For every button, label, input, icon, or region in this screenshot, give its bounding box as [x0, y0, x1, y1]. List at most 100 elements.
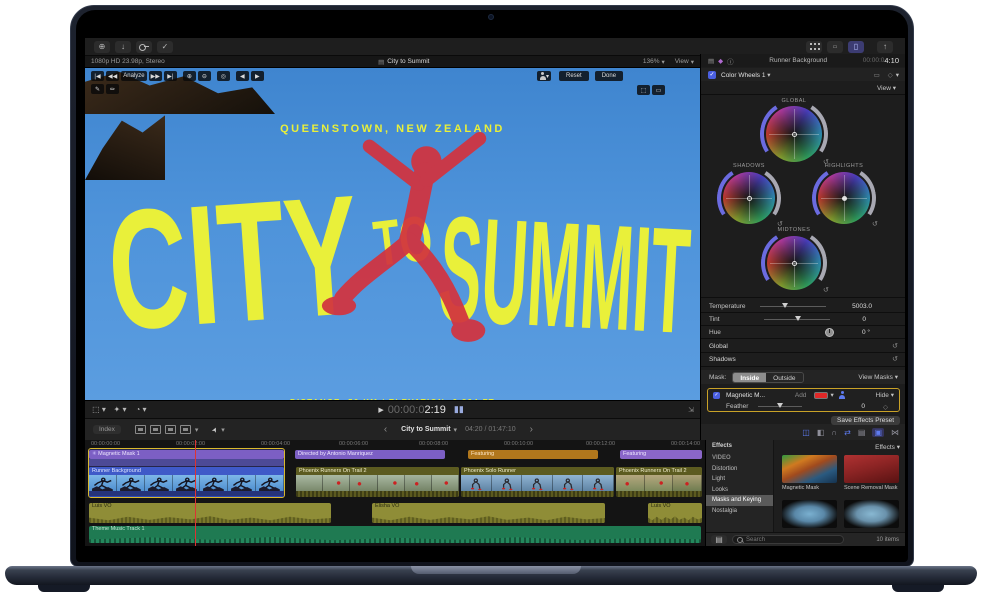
video-clip[interactable]: Phoenix Solo Runner [461, 467, 614, 497]
camera-mask-icon[interactable]: ▭ [874, 71, 880, 79]
reset-icon[interactable]: ↺ [892, 355, 898, 363]
prev-icon[interactable]: ◀ [236, 71, 249, 81]
effect-enable-checkbox[interactable]: ✓ [708, 71, 716, 79]
effect-thumbnail[interactable] [782, 455, 837, 483]
solo-icon[interactable]: ∩ [831, 428, 837, 437]
title-clip[interactable]: Featuring [620, 450, 702, 459]
overwrite-clip-icon[interactable] [180, 425, 191, 434]
audio-clip[interactable]: Luis VO [89, 503, 331, 523]
mask-add-label[interactable]: Add [795, 392, 807, 399]
reset-icon[interactable]: ↺ [823, 286, 829, 294]
reset-icon[interactable]: ↺ [872, 220, 878, 228]
category-light[interactable]: Light [706, 474, 773, 485]
mask-overlay-icon[interactable]: ▭ [652, 85, 665, 95]
section-shadows[interactable]: Shadows [709, 356, 736, 363]
step-forward-icon[interactable]: ▶▶ [149, 71, 162, 81]
category-masks-and-keying[interactable]: Masks and Keying [706, 495, 773, 506]
play-icon[interactable]: ▶ [378, 406, 383, 414]
feather-slider[interactable] [758, 406, 802, 407]
inspector-toggle-icon[interactable]: ▯ [848, 41, 864, 53]
hue-knob[interactable] [825, 328, 834, 337]
effect-name-dropdown[interactable]: Color Wheels 1 ▾ [721, 71, 771, 79]
analyze-button[interactable]: Analyze [121, 71, 146, 81]
import-icon[interactable]: ↓ [115, 41, 131, 53]
stroke-add-icon[interactable]: ✎ [91, 84, 104, 94]
skip-end-icon[interactable]: ▶| [164, 71, 177, 81]
add-mask-icon[interactable]: ⊕ [183, 71, 196, 81]
transitions-browser-icon[interactable]: ⋈ [891, 428, 899, 437]
title-clip[interactable]: ✳ Magnetic Mask 1 [89, 450, 284, 459]
next-icon[interactable]: ▶ [251, 71, 264, 81]
zoom-level-dropdown[interactable]: 136% [643, 58, 660, 65]
connect-clip-icon[interactable] [135, 425, 146, 434]
mask-hide-dropdown[interactable]: Hide ▾ [876, 391, 894, 399]
save-effects-preset-button[interactable]: Save Effects Preset [831, 416, 900, 425]
crop-overlay-icon[interactable]: ⬚ [637, 85, 650, 95]
effect-thumbnail[interactable] [782, 500, 837, 528]
info-inspector-icon[interactable]: ⓘ [727, 56, 734, 66]
timeline-toggle-icon[interactable]: ▭ [827, 41, 843, 53]
mask-inside-option[interactable]: Inside [733, 373, 766, 382]
video-clip[interactable]: Phoenix Runners On Trail 2 [616, 467, 702, 497]
insert-clip-icon[interactable] [150, 425, 161, 434]
color-wheel-shadows[interactable] [723, 172, 775, 224]
mask-sub-bar[interactable] [89, 459, 284, 466]
mask-name[interactable]: Magnetic M... [726, 392, 765, 399]
audio-skimming-icon[interactable]: ◧ [817, 428, 825, 437]
color-wheel-midtones[interactable] [767, 236, 821, 290]
keyframe-icon[interactable]: ◇ [888, 71, 893, 79]
prev-project-icon[interactable]: ‹ [384, 424, 387, 435]
effects-panel-title[interactable]: Effects ▾ [875, 443, 900, 451]
select-tool-icon[interactable]: ➤ [210, 425, 220, 434]
selected-clip-group[interactable]: ✳ Magnetic Mask 1 Runner Background [89, 449, 284, 497]
key-icon[interactable] [136, 41, 152, 53]
reset-button[interactable]: Reset [559, 71, 589, 81]
param-value[interactable]: 0 [862, 316, 866, 323]
trim-icon[interactable]: ◫ [802, 428, 810, 437]
append-clip-icon[interactable] [165, 425, 176, 434]
fullscreen-icon[interactable]: ⇲ [688, 406, 694, 414]
video-inspector-icon[interactable]: ▤ [708, 57, 714, 65]
stroke-remove-icon[interactable]: ✏ [106, 84, 119, 94]
audio-meters-icon[interactable]: ▮▮ [454, 404, 464, 415]
snapping-icon[interactable]: ⇄ [844, 428, 851, 437]
crop-tool-icon[interactable]: ⬚ ▾ [91, 404, 107, 416]
effect-thumbnail[interactable] [844, 455, 899, 483]
color-wheel-global[interactable] [766, 106, 822, 162]
step-back-icon[interactable]: ◀◀ [106, 71, 119, 81]
retime-tool-icon[interactable]: ✦ ▾ [112, 404, 128, 416]
index-button[interactable]: Index [93, 425, 121, 434]
mask-segmented-control[interactable]: Inside Outside [732, 372, 803, 383]
reset-icon[interactable]: ↺ [892, 342, 898, 350]
category-nostalgia[interactable]: Nostalgia [706, 506, 773, 517]
audio-clip[interactable]: Elisha VO [372, 503, 605, 523]
feather-value[interactable]: 0 [861, 403, 865, 410]
param-value[interactable]: 0 ° [862, 329, 870, 336]
timeline-project-dropdown[interactable]: City to Summit [401, 426, 450, 433]
target-icon[interactable]: ◎ [217, 71, 230, 81]
param-value[interactable]: 5003.0 [852, 303, 872, 310]
appearance-icon[interactable]: ▤ [858, 428, 866, 437]
search-input[interactable]: Search [732, 535, 844, 544]
category-looks[interactable]: Looks [706, 485, 773, 496]
skip-start-icon[interactable]: |◀ [91, 71, 104, 81]
mask-color-swatch[interactable] [814, 392, 828, 399]
view-dropdown[interactable]: View [675, 58, 689, 65]
color-wheel-highlights[interactable] [818, 172, 870, 224]
wheel-view-dropdown[interactable]: View ▾ [877, 84, 896, 92]
mask-enable-checkbox[interactable]: ✓ [713, 392, 720, 399]
view-masks-dropdown[interactable]: View Masks ▾ [858, 373, 898, 381]
tint-slider[interactable] [764, 319, 830, 320]
person-mode-icon[interactable]: ▾ [537, 71, 551, 81]
effect-thumbnail[interactable] [844, 500, 899, 528]
sidebar-toggle-icon[interactable]: ▤ [711, 535, 727, 544]
remove-mask-icon[interactable]: ⊖ [198, 71, 211, 81]
effects-browser-icon[interactable]: ▣ [872, 428, 884, 437]
video-clip[interactable]: Phoenix Runners On Trail 2 [296, 467, 459, 497]
done-button[interactable]: Done [595, 71, 623, 81]
next-project-icon[interactable]: › [530, 424, 533, 435]
keyframe-icon[interactable]: ◇ [883, 403, 888, 411]
color-inspector-icon[interactable]: ◆ [718, 57, 723, 65]
audio-clip[interactable]: Luis VO [648, 503, 702, 523]
mask-outside-option[interactable]: Outside [766, 373, 802, 382]
